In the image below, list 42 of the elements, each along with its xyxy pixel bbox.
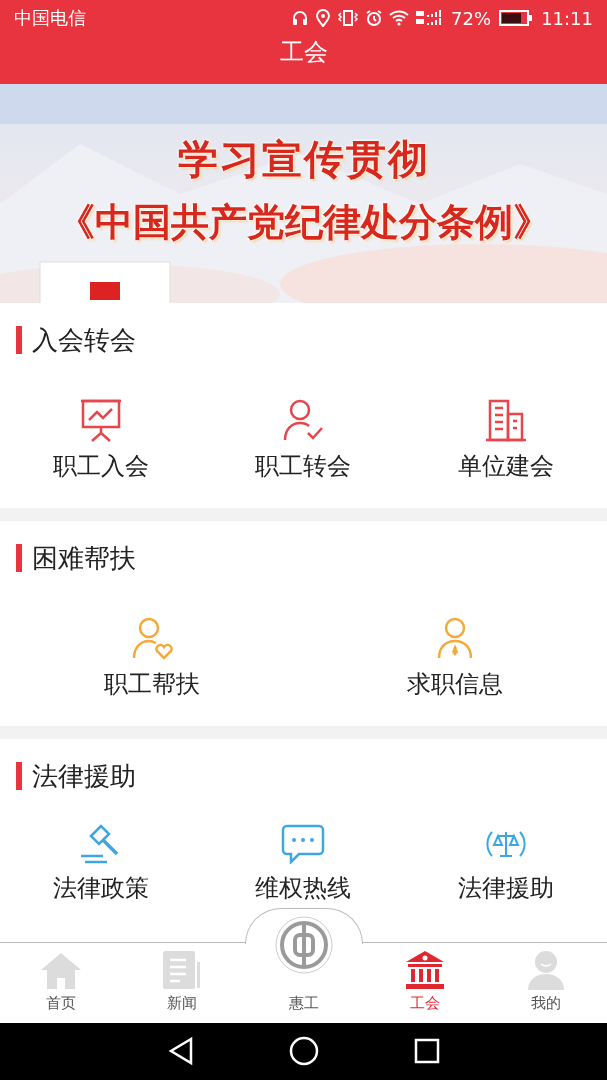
accent-bar bbox=[16, 762, 22, 791]
vibrate-icon bbox=[337, 9, 360, 28]
building-icon bbox=[484, 397, 527, 442]
user-icon bbox=[526, 949, 567, 990]
recents-icon[interactable] bbox=[413, 1038, 440, 1065]
location-icon bbox=[315, 9, 332, 28]
tab-item[interactable]: 我的 bbox=[526, 949, 567, 1013]
tab-item[interactable]: 工会 bbox=[404, 949, 445, 1013]
home-circle-icon[interactable] bbox=[289, 1036, 320, 1067]
banner-headline: 《中国共产党纪律处分条例》 bbox=[56, 199, 551, 247]
wifi-icon bbox=[389, 10, 410, 27]
accent-bar bbox=[16, 326, 22, 355]
headphones-icon bbox=[291, 9, 310, 28]
chat-bubble-icon bbox=[281, 823, 326, 864]
carrier-name: 中国电信 bbox=[14, 6, 86, 31]
tab-item[interactable]: 新闻 bbox=[161, 949, 204, 1013]
menu-item[interactable]: 维权热线 bbox=[202, 823, 405, 904]
presentation-board-icon bbox=[80, 397, 123, 442]
menu-item[interactable]: 职工帮扶 bbox=[0, 615, 304, 700]
clock-time: 11:11 bbox=[541, 7, 593, 29]
battery-icon bbox=[499, 10, 534, 27]
accent-bar bbox=[16, 544, 22, 573]
screen-title: 工会 bbox=[279, 37, 328, 69]
tab-item[interactable]: 惠工 bbox=[288, 993, 319, 1013]
menu-item[interactable]: 求职信息 bbox=[303, 615, 607, 700]
person-check-icon bbox=[282, 397, 325, 442]
section-title: 法律援助 bbox=[32, 759, 136, 793]
home-icon bbox=[39, 951, 82, 990]
battery-percent: 72% bbox=[451, 7, 492, 29]
institution-icon bbox=[404, 949, 445, 990]
section-title: 入会转会 bbox=[32, 323, 136, 357]
emblem-button[interactable] bbox=[274, 915, 333, 974]
tab-item[interactable]: 首页 bbox=[39, 951, 82, 1013]
menu-item[interactable]: 职工入会 bbox=[0, 397, 203, 482]
menu-item[interactable]: 法律政策 bbox=[0, 823, 203, 904]
menu-item[interactable]: 法律援助 bbox=[404, 823, 607, 904]
alarm-icon bbox=[365, 9, 384, 28]
menu-item[interactable]: 单位建会 bbox=[404, 397, 607, 482]
section-title: 困难帮扶 bbox=[32, 541, 136, 575]
banner-headline: 学习宣传贯彻 bbox=[177, 135, 430, 185]
person-heart-icon bbox=[130, 615, 173, 660]
menu-item[interactable]: 职工转会 bbox=[202, 397, 405, 482]
